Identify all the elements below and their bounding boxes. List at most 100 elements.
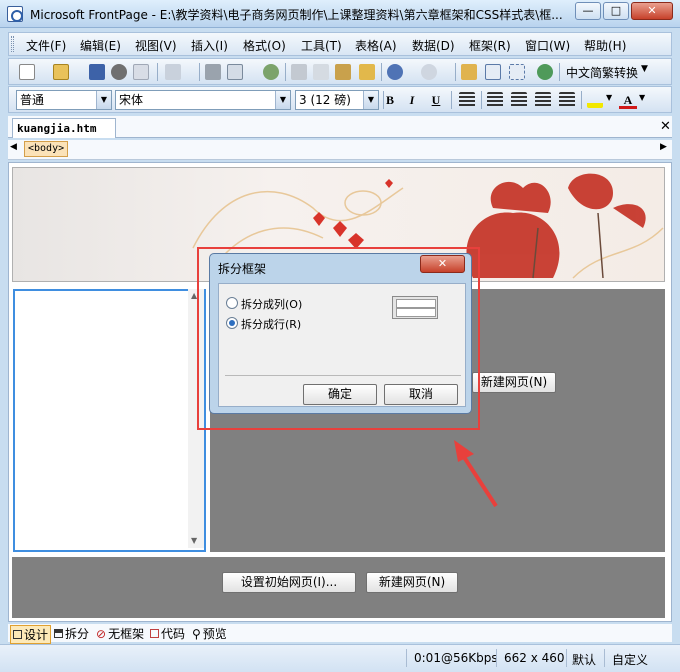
quick-tag-bar: ◀ <body> ▶ [8,140,672,160]
ok-button[interactable]: 确定 [303,384,377,405]
menu-table[interactable]: 表格(A) [355,37,397,54]
separator [566,649,567,667]
page-size[interactable]: 662 x 460 [504,651,565,665]
separator [559,63,560,81]
chevron-down-icon[interactable]: ▼ [639,93,645,102]
bottom-new-page-button[interactable]: 新建网页(N) [366,572,458,593]
font-value: 宋体 [119,93,144,107]
font-select[interactable]: 宋体 ▼ [115,90,291,110]
bullets-icon[interactable] [511,92,527,108]
menu-view[interactable]: 视图(V) [135,37,177,54]
split-columns-label[interactable]: 拆分成列(O) [241,296,302,312]
underline-button[interactable]: U [427,91,445,109]
tab-preview[interactable]: ⚲ 预览 [192,625,227,642]
tab-code-label: 代码 [161,627,186,641]
open-folder-icon[interactable] [53,64,69,80]
bottom-frame[interactable]: 设置初始网页(I)... 新建网页(N) [12,557,665,618]
copy-icon[interactable] [313,64,329,80]
font-color-button[interactable]: A [619,91,637,109]
redo-icon[interactable] [421,64,437,80]
right-new-page-button[interactable]: 新建网页(N) [472,372,556,393]
numbering-icon[interactable] [487,92,503,108]
spelling-icon[interactable] [263,64,279,80]
print-icon[interactable] [205,64,221,80]
separator [455,63,456,81]
separator [285,63,286,81]
magnifier-icon: ⚲ [192,627,201,641]
chevron-down-icon[interactable]: ▼ [363,91,378,109]
separator [604,649,605,667]
split-rows-radio[interactable] [226,317,238,329]
menu-grip[interactable] [11,36,14,52]
separator [496,649,497,667]
tab-split[interactable]: 拆分 [54,625,89,642]
menu-help[interactable]: 帮助(H) [584,37,626,54]
menu-frames[interactable]: 框架(R) [469,37,511,54]
left-frame[interactable] [13,289,206,552]
maximize-button[interactable]: □ [603,2,629,20]
cancel-button[interactable]: 取消 [384,384,458,405]
body-tag-button[interactable]: <body> [24,141,69,157]
tab-code[interactable]: 代码 [150,625,185,642]
new-page-icon[interactable] [19,64,35,80]
menu-window[interactable]: 窗口(W) [525,37,570,54]
menu-file[interactable]: 文件(F) [26,37,66,54]
tab-kuangjia[interactable]: kuangjia.htm [12,118,116,138]
dialog-close-button[interactable]: ✕ [420,255,465,273]
chevron-left-icon[interactable]: ◀ [10,142,17,152]
italic-button[interactable]: I [403,91,421,109]
chevron-down-icon[interactable]: ▼ [641,64,648,74]
highlight-icon[interactable] [587,92,603,108]
publish-icon[interactable] [133,64,149,80]
folder-list-icon[interactable] [165,64,181,80]
insert-layer-icon[interactable] [509,64,525,80]
decrease-indent-icon[interactable] [535,92,551,108]
web-component-icon[interactable] [461,64,477,80]
undo-icon[interactable] [387,64,403,80]
tab-no-frames-label: 无框架 [108,627,145,641]
align-center-icon[interactable] [459,92,475,108]
chevron-down-icon[interactable]: ▼ [606,93,612,102]
separator [581,91,582,109]
menu-insert[interactable]: 插入(I) [191,37,228,54]
font-size-select[interactable]: 3 (12 磅) ▼ [295,90,379,110]
close-document-icon[interactable]: ✕ [660,119,671,134]
save-icon[interactable] [89,64,105,80]
window-title: Microsoft FrontPage - E:\教学资料\电子商务网页制作\上… [30,8,563,22]
menu-data[interactable]: 数据(D) [412,37,455,54]
cut-icon[interactable] [291,64,307,80]
custom-status[interactable]: 自定义 [612,651,648,668]
format-painter-icon[interactable] [359,64,375,80]
separator [406,649,407,667]
chevron-down-icon[interactable]: ▼ [275,91,290,109]
print-preview-icon[interactable] [227,64,243,80]
style-select[interactable]: 普通 ▼ [16,90,112,110]
set-initial-page-button[interactable]: 设置初始网页(I)... [222,572,356,593]
split-columns-radio[interactable] [226,297,238,309]
menu-edit[interactable]: 编辑(E) [80,37,121,54]
menu-format[interactable]: 格式(O) [243,37,286,54]
minimize-button[interactable]: — [575,2,601,20]
increase-indent-icon[interactable] [559,92,575,108]
hyperlink-icon[interactable] [537,64,553,80]
mode-status[interactable]: 默认 [572,651,596,668]
status-bar: 0:01@56Kbps 662 x 460 默认 自定义 [0,644,680,672]
tab-no-frames[interactable]: ⊘ 无框架 [96,625,144,642]
chevron-down-icon[interactable]: ▼ [191,536,197,545]
menu-tools[interactable]: 工具(T) [301,37,342,54]
bold-button[interactable]: B [381,91,399,109]
chinese-conversion-button[interactable]: 中文简繁转换 [566,64,638,81]
close-window-button[interactable]: ✕ [631,2,673,20]
split-icon [54,629,63,638]
search-icon[interactable] [111,64,127,80]
chevron-right-icon[interactable]: ▶ [660,142,667,152]
separator [199,63,200,81]
separator [381,63,382,81]
split-rows-label[interactable]: 拆分成行(R) [241,316,301,332]
insert-table-icon[interactable] [485,64,501,80]
tab-design[interactable]: 设计 [10,625,52,644]
split-preview-icon [392,296,438,319]
chevron-down-icon[interactable]: ▼ [96,91,111,109]
menu-bar: 文件(F) 编辑(E) 视图(V) 插入(I) 格式(O) 工具(T) 表格(A… [8,32,672,56]
paste-icon[interactable] [335,64,351,80]
